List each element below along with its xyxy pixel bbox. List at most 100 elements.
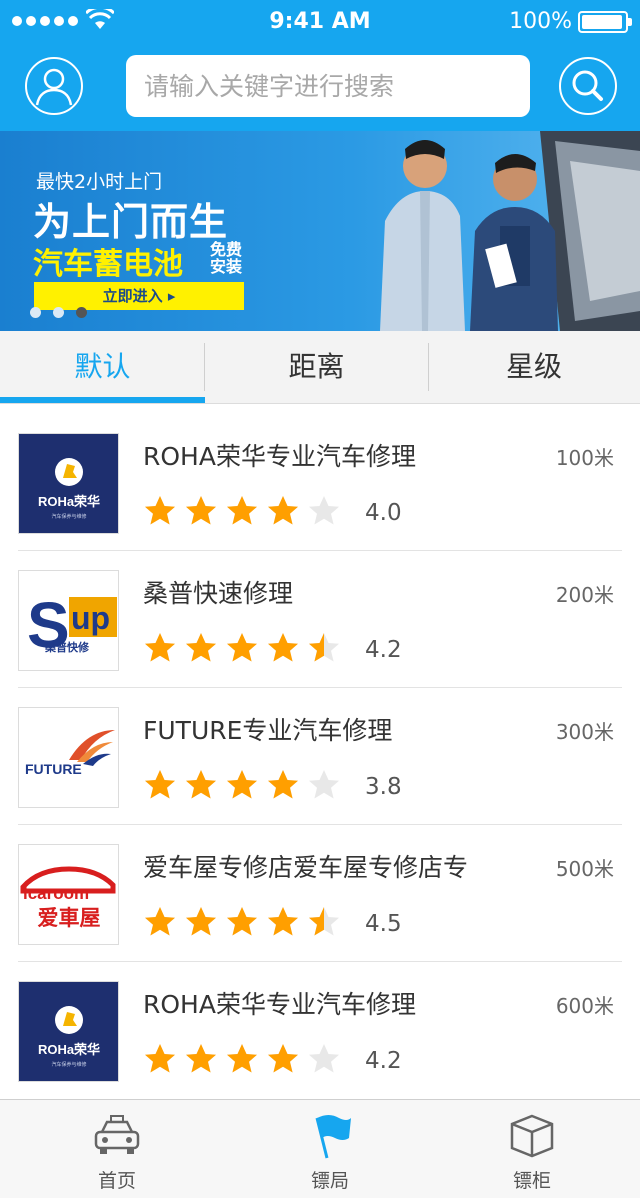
banner-dot[interactable]	[53, 307, 64, 318]
star-rating	[143, 768, 341, 802]
shop-distance: 600米	[555, 994, 614, 1018]
shop-name: 桑普快速修理	[143, 579, 294, 608]
search-icon	[572, 70, 603, 101]
tab-distance[interactable]: 距离	[205, 331, 428, 403]
shop-logo-sup: S up 桑普快修	[18, 570, 119, 671]
banner-headline: 为上门而生	[33, 200, 229, 244]
svg-text:up: up	[71, 600, 110, 636]
star-full-icon	[268, 1044, 298, 1073]
star-full-icon	[268, 496, 298, 525]
star-full-icon	[268, 770, 298, 799]
banner-line-1: 最快2小时上门	[36, 171, 163, 193]
tabbar-home[interactable]: 首页	[37, 1100, 197, 1198]
star-full-icon	[186, 1044, 216, 1073]
star-full-icon	[227, 633, 257, 662]
shop-distance: 500米	[555, 857, 614, 881]
list-item[interactable]: S up 桑普快修 桑普快速修理 200米 4.2	[0, 551, 640, 688]
battery-percent: 100%	[509, 9, 572, 34]
star-full-icon	[186, 496, 216, 525]
tabbar-label: 首页	[97, 1170, 136, 1192]
shop-name: 爱车屋专修店爱车屋专修店专	[143, 853, 469, 882]
star-empty-icon	[309, 496, 339, 525]
star-empty-icon	[309, 1044, 339, 1073]
star-full-icon	[145, 633, 175, 662]
star-empty-icon	[309, 770, 339, 799]
shop-logo-icaroom: icaroom 爱車屋	[18, 844, 119, 945]
car-icon	[94, 1115, 140, 1154]
flag-icon	[315, 1115, 351, 1159]
search-button[interactable]	[559, 57, 617, 115]
star-half-icon	[309, 633, 339, 662]
promo-banner[interactable]: 最快2小时上门 为上门而生 汽车蓄电池 免费安装 立即进入 ▸	[0, 131, 640, 331]
shop-name: FUTURE专业汽车修理	[143, 716, 393, 745]
shop-distance: 100米	[555, 446, 614, 470]
shop-logo-roha: ROHa荣华 汽车保养与维修	[18, 433, 119, 534]
shop-name: ROHA荣华专业汽车修理	[143, 990, 416, 1019]
star-full-icon	[186, 633, 216, 662]
battery-icon	[578, 11, 632, 33]
rating-value: 3.8	[365, 774, 402, 800]
app-header: 9:41 AM 100%	[0, 0, 640, 131]
list-item[interactable]: ROHa荣华 汽车保养与维修 ROHA荣华专业汽车修理 600米 4.2	[0, 962, 640, 1099]
star-full-icon	[227, 1044, 257, 1073]
svg-text:FUTURE: FUTURE	[25, 761, 82, 777]
svg-text:爱車屋: 爱車屋	[38, 906, 101, 930]
tabbar-label: 镖局	[310, 1170, 349, 1192]
tabbar-cabinet[interactable]: 镖柜	[452, 1100, 612, 1198]
rating-value: 4.0	[365, 500, 402, 526]
tab-default[interactable]: 默认	[0, 331, 205, 403]
list-item[interactable]: icaroom 爱車屋 爱车屋专修店爱车屋专修店专 500米 4.5	[0, 825, 640, 962]
svg-text:ROHa荣华: ROHa荣华	[38, 494, 100, 509]
svg-text:ROHa荣华: ROHa荣华	[38, 1042, 100, 1057]
mechanics-image	[380, 131, 640, 331]
star-rating	[143, 905, 341, 939]
tab-rating[interactable]: 星级	[428, 331, 640, 403]
sort-tabs: 默认 距离 星级	[0, 331, 640, 404]
svg-text:汽车保养与维修: 汽车保养与维修	[51, 513, 86, 520]
shop-logo-future: FUTURE	[18, 707, 119, 808]
star-full-icon	[227, 907, 257, 936]
rating-value: 4.2	[365, 1048, 402, 1074]
box-icon	[510, 1114, 554, 1158]
banner-dot[interactable]	[30, 307, 41, 318]
shop-distance: 300米	[555, 720, 614, 744]
svg-text:汽车保养与维修: 汽车保养与维修	[51, 1061, 86, 1068]
banner-dot[interactable]	[76, 307, 87, 318]
user-icon	[35, 68, 73, 106]
star-full-icon	[145, 907, 175, 936]
search-field[interactable]	[126, 55, 530, 117]
star-rating	[143, 631, 341, 665]
star-full-icon	[186, 770, 216, 799]
banner-free-install: 免费安装	[210, 240, 243, 276]
shop-name: ROHA荣华专业汽车修理	[143, 442, 416, 471]
shop-logo-roha: ROHa荣华 汽车保养与维修	[18, 981, 119, 1082]
star-full-icon	[145, 770, 175, 799]
star-rating	[143, 1042, 341, 1076]
star-full-icon	[145, 496, 175, 525]
star-rating	[143, 494, 341, 528]
star-full-icon	[227, 770, 257, 799]
active-tab-indicator	[0, 397, 205, 403]
svg-text:icaroom: icaroom	[23, 884, 89, 903]
shop-list: ROHa荣华 汽车保养与维修 ROHA荣华专业汽车修理 100米 4.0 S u…	[0, 414, 640, 1099]
status-bar: 9:41 AM 100%	[0, 0, 640, 44]
star-full-icon	[145, 1044, 175, 1073]
star-full-icon	[268, 907, 298, 936]
shop-distance: 200米	[555, 583, 614, 607]
banner-cta-button[interactable]: 立即进入 ▸	[34, 282, 244, 310]
bottom-tab-bar: 首页 镖局 镖柜	[0, 1099, 640, 1198]
tabbar-label: 镖柜	[512, 1170, 551, 1192]
tabbar-escort[interactable]: 镖局	[250, 1100, 410, 1198]
star-full-icon	[227, 496, 257, 525]
rating-value: 4.5	[365, 911, 402, 937]
banner-pagination[interactable]	[30, 307, 87, 318]
star-half-icon	[309, 907, 339, 936]
rating-value: 4.2	[365, 637, 402, 663]
star-full-icon	[186, 907, 216, 936]
search-input[interactable]	[126, 55, 530, 117]
svg-text:桑普快修: 桑普快修	[44, 640, 90, 654]
user-avatar-button[interactable]	[25, 57, 83, 115]
banner-product: 汽车蓄电池	[33, 247, 183, 282]
list-item[interactable]: ROHa荣华 汽车保养与维修 ROHA荣华专业汽车修理 100米 4.0	[0, 414, 640, 551]
list-item[interactable]: FUTURE FUTURE专业汽车修理 300米 3.8	[0, 688, 640, 825]
